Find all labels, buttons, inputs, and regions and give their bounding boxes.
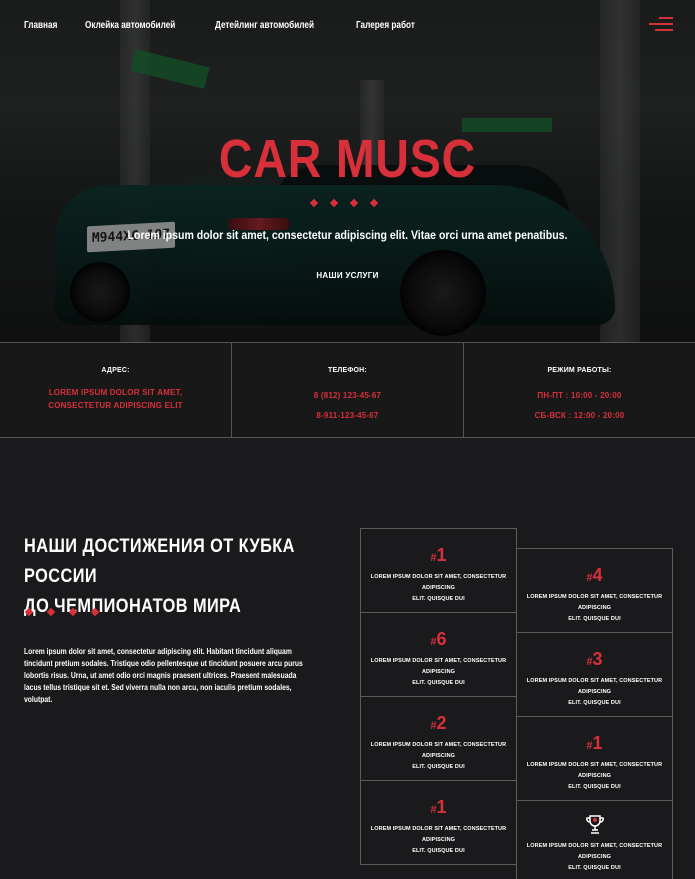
diamond-icon <box>329 198 339 208</box>
address-line: CONSECTETUR ADIPISCING ELIT <box>48 401 183 410</box>
phone-link[interactable]: 8 (812) 123-45-67 <box>232 386 463 406</box>
nav-item-wrapping[interactable]: Оклейка автомобилей <box>85 20 175 31</box>
hours-line: ПН-ПТ : 10:00 - 20:00 <box>537 391 622 400</box>
achievements-description: Lorem ipsum dolor sit amet, consectetur … <box>24 647 303 704</box>
decorative-diamonds <box>309 198 379 208</box>
diamond-icon <box>349 198 359 208</box>
achievement-rank: #2 <box>430 713 447 733</box>
achievement-rank: #1 <box>586 733 603 753</box>
hero-title: CAR MUSC <box>218 129 477 189</box>
achievement-desc: LOREM IPSUM DOLOR SIT AMET, CONSECTETUR … <box>526 762 663 790</box>
diamond-icon <box>369 198 379 208</box>
achievement-rank: #1 <box>430 545 447 565</box>
nav-item-detailing[interactable]: Детейлинг автомобилей <box>215 20 314 31</box>
address-line: LOREM IPSUM DOLOR SIT AMET, <box>48 388 183 397</box>
address-block: АДРЕС: LOREM IPSUM DOLOR SIT AMET, CONSE… <box>0 343 232 437</box>
hours-line: СБ-ВСК : 12:00 - 20:00 <box>534 411 625 420</box>
phone-label: ТЕЛЕФОН: <box>328 367 367 374</box>
phone-block: ТЕЛЕФОН: 8 (812) 123-45-67 8-911-123-45-… <box>232 343 464 437</box>
phone-link[interactable]: 8-911-123-45-67 <box>232 406 463 426</box>
services-button[interactable]: НАШИ УСЛУГИ <box>0 271 695 280</box>
hero-section: М944ХС 197 Главная Оклейка автомобилей Д… <box>0 0 695 343</box>
diamond-icon <box>309 198 319 208</box>
achievement-desc: LOREM IPSUM DOLOR SIT AMET, CONSECTETUR … <box>370 658 507 686</box>
achievement-rank: #3 <box>586 649 603 669</box>
nav-item-gallery[interactable]: Галерея работ <box>356 20 415 31</box>
diamond-icon <box>68 607 78 617</box>
achievement-rank: #4 <box>586 565 603 585</box>
main-nav: Главная Оклейка автомобилей Детейлинг ав… <box>24 20 427 31</box>
achievement-rank: #6 <box>430 629 447 649</box>
achievement-card: #1 LOREM IPSUM DOLOR SIT AMET, CONSECTET… <box>360 780 517 865</box>
achievement-card: #3 LOREM IPSUM DOLOR SIT AMET, CONSECTET… <box>516 632 673 717</box>
diamond-icon <box>90 607 100 617</box>
achievement-desc: LOREM IPSUM DOLOR SIT AMET, CONSECTETUR … <box>370 574 507 602</box>
achievement-card: LOREM IPSUM DOLOR SIT AMET, CONSECTETUR … <box>516 800 673 879</box>
achievement-desc: LOREM IPSUM DOLOR SIT AMET, CONSECTETUR … <box>370 742 507 770</box>
trophy-icon <box>517 813 672 837</box>
achievement-card: #2 LOREM IPSUM DOLOR SIT AMET, CONSECTET… <box>360 696 517 781</box>
achievement-desc: LOREM IPSUM DOLOR SIT AMET, CONSECTETUR … <box>526 594 663 622</box>
decorative-diamonds <box>24 607 100 617</box>
diamond-icon <box>46 607 56 617</box>
achievement-card: #1 LOREM IPSUM DOLOR SIT AMET, CONSECTET… <box>360 528 517 613</box>
nav-item-home[interactable]: Главная <box>24 20 57 31</box>
hero-subtitle: Lorem ipsum dolor sit amet, consectetur … <box>127 228 568 242</box>
achievement-desc: LOREM IPSUM DOLOR SIT AMET, CONSECTETUR … <box>526 678 663 706</box>
achievement-desc: LOREM IPSUM DOLOR SIT AMET, CONSECTETUR … <box>526 843 663 871</box>
contact-info-bar: АДРЕС: LOREM IPSUM DOLOR SIT AMET, CONSE… <box>0 342 695 438</box>
address-label: АДРЕС: <box>101 367 130 374</box>
hours-label: РЕЖИМ РАБОТЫ: <box>547 367 612 374</box>
achievement-card: #1 LOREM IPSUM DOLOR SIT AMET, CONSECTET… <box>516 716 673 801</box>
achievement-desc: LOREM IPSUM DOLOR SIT AMET, CONSECTETUR … <box>370 826 507 854</box>
achievement-rank: #1 <box>430 797 447 817</box>
services-button-label: НАШИ УСЛУГИ <box>316 271 379 280</box>
achievement-card: #6 LOREM IPSUM DOLOR SIT AMET, CONSECTET… <box>360 612 517 697</box>
achievements-title-line: НАШИ ДОСТИЖЕНИЯ ОТ КУБКА РОССИИ <box>24 536 295 587</box>
diamond-icon <box>24 607 34 617</box>
menu-icon[interactable] <box>649 17 673 33</box>
hours-block: РЕЖИМ РАБОТЫ: ПН-ПТ : 10:00 - 20:00 СБ-В… <box>464 343 695 437</box>
achievement-card: #4 LOREM IPSUM DOLOR SIT AMET, CONSECTET… <box>516 548 673 633</box>
